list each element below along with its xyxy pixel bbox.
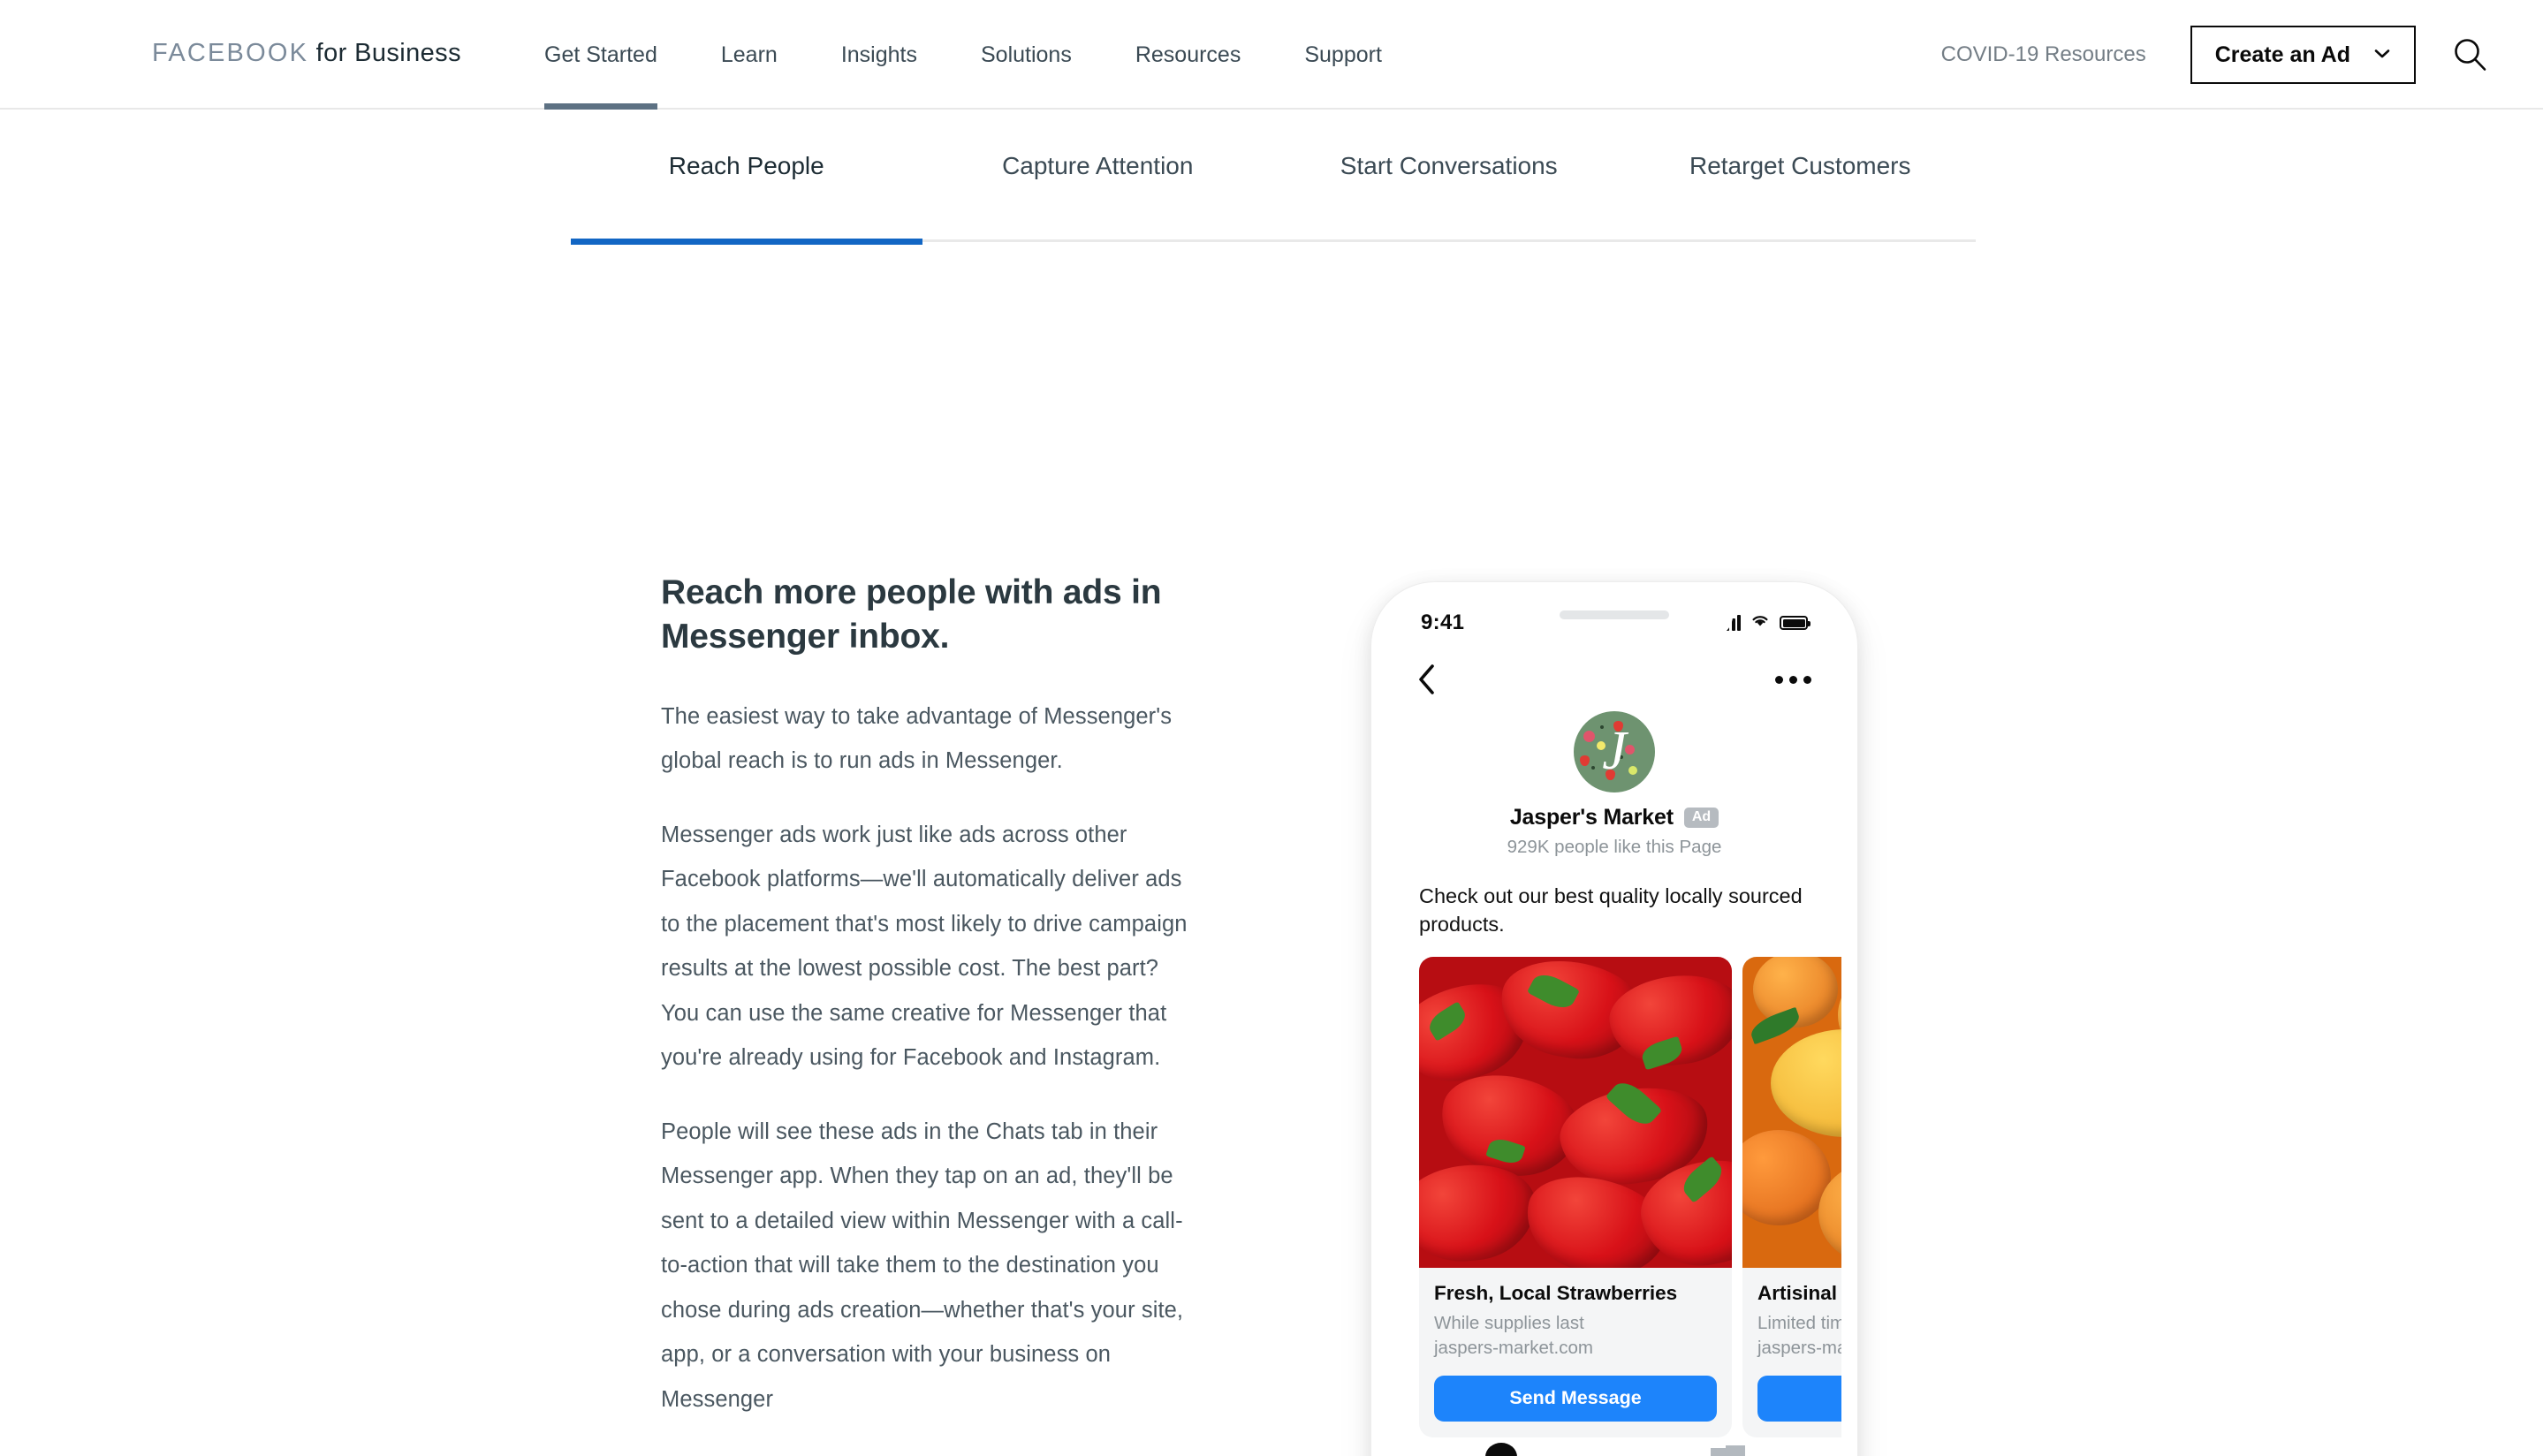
ad-copy-text: Check out our best quality locally sourc… [1419, 884, 1803, 936]
nav-label: Insights [840, 42, 917, 67]
carousel-card-body: Artisinal Limited tim jaspers-ma S [1742, 1268, 1841, 1437]
people-icon [1614, 1439, 1841, 1456]
advertiser-page-name: Jasper's Market [1509, 805, 1674, 830]
wifi-icon [1750, 613, 1770, 633]
tab-capture-attention[interactable]: Capture Attention [922, 110, 1274, 242]
phone-notch [1496, 598, 1733, 637]
back-chevron-icon[interactable] [1417, 664, 1437, 695]
phone-screen: 9:41 J Jasper's Market Ad 929K people li… [1387, 598, 1841, 1456]
carousel-card[interactable]: Fresh, Local Strawberries While supplies… [1419, 957, 1732, 1437]
carousel-card[interactable]: Artisinal Limited tim jaspers-ma S [1742, 957, 1841, 1437]
tab-start-conversations[interactable]: Start Conversations [1273, 110, 1625, 242]
page-title: Reach more people with ads in Messenger … [661, 573, 1162, 656]
primary-navigation: Get Started Learn Insights Solutions Res… [512, 0, 1414, 110]
nav-item-get-started[interactable]: Get Started [512, 0, 689, 110]
tab-reach-people[interactable]: Reach People [571, 110, 922, 245]
section-tabs-wrapper: Reach People Capture Attention Start Con… [0, 110, 2543, 245]
nav-item-resources[interactable]: Resources [1104, 0, 1273, 110]
battery-icon [1780, 616, 1810, 630]
strawberries-photo [1419, 957, 1732, 1268]
card-title: Artisinal [1757, 1282, 1838, 1304]
section-tabs: Reach People Capture Attention Start Con… [571, 110, 1977, 245]
facebook-for-business-logo[interactable]: FACEBOOK for Business [152, 39, 461, 68]
card-subtitle-text: Limited tim [1757, 1313, 1841, 1333]
brand-for-business-text: for Business [308, 39, 461, 67]
carousel-card-body: Fresh, Local Strawberries While supplies… [1419, 1268, 1732, 1437]
tab-chats[interactable]: Chats [1387, 1439, 1614, 1456]
ad-carousel[interactable]: Fresh, Local Strawberries While supplies… [1419, 957, 1841, 1437]
messenger-top-bar [1387, 648, 1841, 711]
article-paragraph-3: People will see these ads in the Chats t… [661, 1119, 1184, 1412]
create-an-ad-button[interactable]: Create an Ad [2190, 26, 2416, 84]
main-content: Reach more people with ads in Messenger … [0, 242, 2543, 1456]
tab-label: Start Conversations [1340, 152, 1558, 179]
chevron-down-icon [2373, 43, 2391, 61]
tab-label: Capture Attention [1002, 152, 1194, 179]
send-message-button[interactable]: Send Message [1434, 1375, 1717, 1422]
article-paragraph-4: Learn how to set up ads in Messenger inb… [661, 1451, 1200, 1456]
jaspers-market-avatar: J [1574, 711, 1655, 792]
tab-label: Retarget Customers [1689, 152, 1911, 179]
create-an-ad-label: Create an Ad [2214, 42, 2350, 67]
site-header: FACEBOOK for Business Get Started Learn … [0, 0, 2543, 110]
nav-label: Solutions [980, 42, 1072, 67]
nav-label: Get Started [544, 42, 657, 67]
more-options-icon[interactable] [1775, 675, 1811, 684]
card-domain-text: jaspers-ma [1757, 1338, 1841, 1359]
phone-mockup: 9:41 J Jasper's Market Ad 929K people li… [1371, 582, 1857, 1456]
article-text-column: Reach more people with ads in Messenger … [661, 571, 1200, 1456]
status-badge: Ad [1683, 808, 1719, 828]
nav-label: Learn [720, 42, 778, 67]
nav-label: Support [1304, 42, 1382, 67]
card-title: Fresh, Local Strawberries [1434, 1282, 1678, 1304]
tab-label: Reach People [668, 152, 824, 179]
send-message-button[interactable]: S [1757, 1375, 1841, 1422]
tab-retarget-customers[interactable]: Retarget Customers [1625, 110, 1977, 242]
page-likes-count: 929K people like this Page [1507, 837, 1722, 857]
nav-item-learn[interactable]: Learn [689, 0, 809, 110]
page-name-row: Jasper's Market Ad [1387, 805, 1841, 830]
card-subtitle-text: While supplies last [1434, 1313, 1584, 1333]
messenger-tab-bar: Chats People [1387, 1439, 1841, 1456]
header-right-actions: COVID-19 Resources Create an Ad [1941, 0, 2543, 110]
nav-label: Resources [1135, 42, 1241, 67]
nav-item-support[interactable]: Support [1272, 0, 1414, 110]
brand-facebook-text: FACEBOOK [152, 39, 309, 67]
advertiser-profile: J Jasper's Market Ad 929K people like th… [1387, 711, 1841, 858]
phone-speaker [1560, 610, 1669, 619]
card-domain-text: jaspers-market.com [1434, 1338, 1593, 1359]
citrus-photo [1742, 957, 1841, 1268]
card-subtitle: While supplies last jaspers-market.com [1434, 1311, 1717, 1361]
search-icon[interactable] [2451, 35, 2490, 74]
article-paragraph-2: Messenger ads work just like ads across … [661, 822, 1188, 1071]
nav-item-solutions[interactable]: Solutions [949, 0, 1104, 110]
avatar-letter: J [1602, 720, 1627, 781]
chat-bubble-icon [1387, 1439, 1614, 1456]
tab-people[interactable]: People [1614, 1439, 1841, 1456]
article-paragraph-1: The easiest way to take advantage of Mes… [661, 703, 1173, 774]
nav-item-insights[interactable]: Insights [809, 0, 949, 110]
card-subtitle: Limited tim jaspers-ma [1757, 1311, 1841, 1361]
status-time: 9:41 [1421, 610, 1465, 634]
covid-19-resources-link[interactable]: COVID-19 Resources [1941, 42, 2146, 67]
status-icons [1719, 613, 1810, 633]
